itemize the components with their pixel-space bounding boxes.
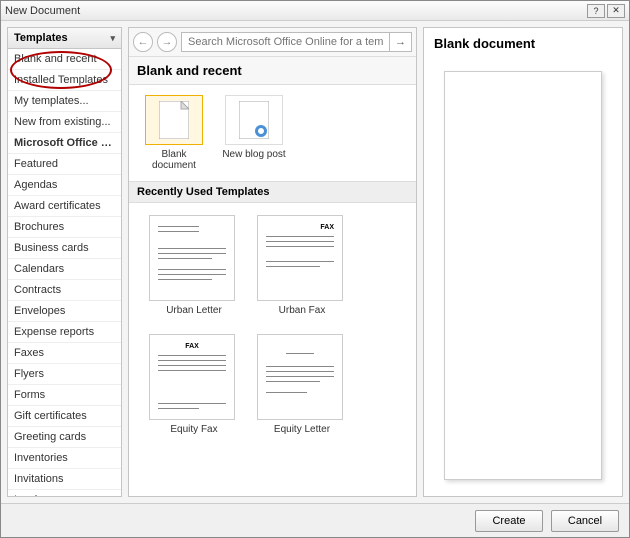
sidebar-item-expense-reports[interactable]: Expense reports [8, 322, 121, 343]
arrow-right-icon: → [395, 36, 406, 48]
template-thumb-urban-letter[interactable]: Urban Letter [149, 215, 239, 316]
sidebar-item-installed-templates[interactable]: Installed Templates [8, 70, 121, 91]
sidebar-item-my-templates[interactable]: My templates... [8, 91, 121, 112]
sidebar-item-new-from-existing[interactable]: New from existing... [8, 112, 121, 133]
sidebar-item-faxes[interactable]: Faxes [8, 343, 121, 364]
sidebar-header[interactable]: Templates ▾ [8, 28, 121, 49]
fax-text: FAX [320, 224, 334, 231]
nav-forward-button[interactable]: → [157, 32, 177, 52]
fax-text: FAX [158, 343, 226, 350]
template-thumb-urban-fax[interactable]: FAX Urban Fax [257, 215, 347, 316]
chevron-down-icon: ▾ [110, 33, 115, 44]
sidebar-item-featured[interactable]: Featured [8, 154, 121, 175]
sidebar-item-invoices[interactable]: Invoices [8, 490, 121, 496]
thumb-label: Urban Letter [149, 305, 239, 316]
template-thumb-equity-letter[interactable]: Equity Letter [257, 334, 347, 435]
sidebar-header-label: Templates [14, 32, 68, 44]
recent-templates-grid: Urban Letter FAX Urban Fax FAX [129, 203, 416, 447]
sidebar-item-gift-certificates[interactable]: Gift certificates [8, 406, 121, 427]
close-button[interactable]: ✕ [607, 4, 625, 18]
sidebar-item-greeting-cards[interactable]: Greeting cards [8, 427, 121, 448]
new-document-dialog: New Document ? ✕ Templates ▾ Blank and r… [0, 0, 630, 538]
sidebar-item-forms[interactable]: Forms [8, 385, 121, 406]
blank-document-icon [145, 95, 203, 145]
sidebar-item-inventories[interactable]: Inventories [8, 448, 121, 469]
thumb-preview [257, 334, 343, 420]
preview-page [444, 71, 602, 480]
tile-blank-document[interactable]: Blank document [139, 95, 209, 171]
dialog-footer: Create Cancel [1, 503, 629, 537]
thumb-preview: FAX [257, 215, 343, 301]
tile-label: New blog post [219, 149, 289, 160]
preview-panel: Blank document [423, 27, 623, 497]
arrow-left-icon: ← [138, 36, 149, 48]
sidebar-item-invitations[interactable]: Invitations [8, 469, 121, 490]
sidebar-list: Blank and recent Installed Templates My … [8, 49, 121, 496]
nav-back-button[interactable]: ← [133, 32, 153, 52]
help-button[interactable]: ? [587, 4, 605, 18]
arrow-right-icon: → [162, 36, 173, 48]
template-thumb-equity-fax[interactable]: FAX Equity Fax [149, 334, 239, 435]
tile-new-blog-post[interactable]: New blog post [219, 95, 289, 171]
sidebar-item-brochures[interactable]: Brochures [8, 217, 121, 238]
search-bar: ← → → [129, 28, 416, 57]
sidebar-item-contracts[interactable]: Contracts [8, 280, 121, 301]
main-tiles: Blank document New blog post [129, 85, 416, 181]
window-title: New Document [5, 5, 585, 17]
preview-title: Blank document [430, 34, 616, 61]
sidebar: Templates ▾ Blank and recent Installed T… [7, 27, 122, 497]
sidebar-item-agendas[interactable]: Agendas [8, 175, 121, 196]
thumb-preview: FAX [149, 334, 235, 420]
sidebar-item-blank-recent[interactable]: Blank and recent [8, 49, 121, 70]
thumb-label: Urban Fax [257, 305, 347, 316]
sidebar-item-award-certificates[interactable]: Award certificates [8, 196, 121, 217]
search-box: → [181, 32, 412, 52]
search-go-button[interactable]: → [389, 33, 411, 51]
center-panel: ← → → Blank and recent B [128, 27, 417, 497]
section-header-main: Blank and recent [129, 57, 416, 85]
search-input[interactable] [182, 33, 389, 51]
thumb-label: Equity Letter [257, 424, 347, 435]
dialog-body: Templates ▾ Blank and recent Installed T… [1, 21, 629, 503]
thumb-preview [149, 215, 235, 301]
tile-label: Blank document [139, 149, 209, 171]
sidebar-item-calendars[interactable]: Calendars [8, 259, 121, 280]
create-button[interactable]: Create [475, 510, 543, 532]
section-header-recent: Recently Used Templates [129, 181, 416, 203]
thumb-label: Equity Fax [149, 424, 239, 435]
titlebar: New Document ? ✕ [1, 1, 629, 21]
sidebar-item-office-online[interactable]: Microsoft Office Online [8, 133, 121, 154]
sidebar-item-business-cards[interactable]: Business cards [8, 238, 121, 259]
blog-post-icon [225, 95, 283, 145]
sidebar-item-flyers[interactable]: Flyers [8, 364, 121, 385]
cancel-button[interactable]: Cancel [551, 510, 619, 532]
sidebar-item-envelopes[interactable]: Envelopes [8, 301, 121, 322]
